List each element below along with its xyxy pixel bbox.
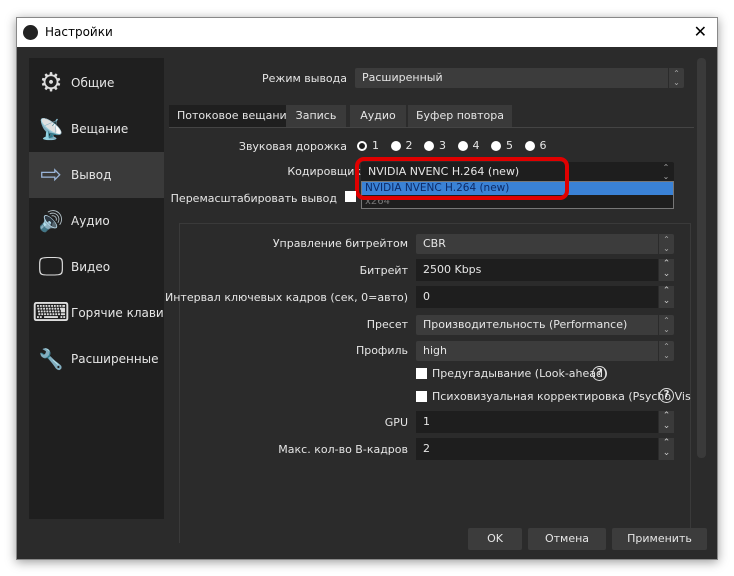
bframes-value: 2 <box>423 442 430 455</box>
lookahead-label: Предугадывание (Look-ahead) <box>432 367 608 380</box>
sidebar-label: Видео <box>71 260 111 274</box>
psycho-visual-checkbox[interactable] <box>416 391 427 402</box>
bframes-label: Макс. кол-во B-кадров <box>278 443 408 456</box>
sidebar-label: Вывод <box>71 168 112 182</box>
bitrate-label: Битрейт <box>359 264 408 277</box>
bitrate-input[interactable]: 2500 Kbps ⌃ ⌄ <box>416 259 674 281</box>
rate-control-select[interactable]: CBR ⌃ ⌄ <box>416 234 674 254</box>
sidebar-item-hotkeys[interactable]: ⌨Горячие клавиш <box>29 290 164 336</box>
radio-label: 1 <box>372 139 379 152</box>
settings-window: Настройки ✕ ⚙ Общие 📡 Вещание ⇨ Вывод 🔊 Ауди… <box>16 17 718 560</box>
sidebar-label: Вещание <box>71 122 129 136</box>
ok-button[interactable]: OK <box>468 528 522 550</box>
psycho-visual-label: Психовизуальная корректировка (Psycho Vi… <box>432 390 691 403</box>
tab-recording[interactable]: Запись <box>286 105 346 127</box>
sidebar-item-video[interactable]: 🖵 Видео <box>29 244 164 290</box>
preset-select[interactable]: Производительность (Performance) ⌃ ⌄ <box>416 315 674 335</box>
annotation-highlight <box>355 157 569 200</box>
cancel-button[interactable]: Отмена <box>528 528 606 550</box>
preset-label: Пресет <box>366 318 408 331</box>
output-mode-value: Расширенный <box>362 71 443 84</box>
rescale-label: Перемасштабировать вывод <box>170 192 337 205</box>
radio-track-5[interactable] <box>491 141 501 151</box>
chevron-updown-icon: ⌃ ⌄ <box>658 315 674 335</box>
lookahead-checkbox[interactable] <box>416 368 427 379</box>
sidebar-item-stream[interactable]: 📡 Вещание <box>29 106 164 152</box>
rate-control-label: Управление битрейтом <box>272 237 408 250</box>
window-title: Настройки <box>45 25 113 39</box>
sidebar-item-advanced[interactable]: 🔧 Расширенные <box>29 336 164 382</box>
radio-label: 2 <box>405 139 413 152</box>
radio-track-3[interactable] <box>424 141 434 151</box>
sidebar-item-general[interactable]: ⚙ Общие <box>29 60 164 106</box>
radio-track-2[interactable] <box>390 141 401 151</box>
radio-label: 6 <box>539 139 547 152</box>
gpu-label: GPU <box>384 416 408 429</box>
spin-arrows-icon[interactable]: ⌃ ⌄ <box>659 286 674 308</box>
monitor-icon: 🖵 <box>38 251 64 282</box>
gpu-value: 1 <box>423 415 430 428</box>
antenna-icon: 📡 <box>38 117 64 141</box>
bframes-input[interactable]: 2 ⌃ ⌄ <box>416 438 674 460</box>
close-icon[interactable]: ✕ <box>694 22 707 41</box>
chevron-updown-icon: ⌃ ⌄ <box>668 68 684 88</box>
radio-label: 5 <box>506 139 513 152</box>
audio-track-radios: 1 2 3 4 5 6 <box>357 139 547 152</box>
tab-replay-buffer[interactable]: Буфер повтора <box>408 105 512 127</box>
output-mode-label: Режим вывода <box>262 72 347 85</box>
tab-streaming[interactable]: Потоковое вещание <box>169 105 302 127</box>
help-icon[interactable]: ? <box>592 366 607 381</box>
preset-value: Производительность (Performance) <box>423 318 628 331</box>
keyframe-value: 0 <box>423 290 430 303</box>
speaker-icon: 🔊 <box>38 209 64 233</box>
profile-value: high <box>423 344 447 357</box>
sidebar-item-audio[interactable]: 🔊 Аудио <box>29 198 164 244</box>
help-icon[interactable]: ? <box>659 388 674 403</box>
tab-divider <box>169 127 694 128</box>
spin-arrows-icon[interactable]: ⌃ ⌄ <box>659 411 674 433</box>
tab-audio[interactable]: Аудио <box>350 105 406 127</box>
chevron-updown-icon: ⌃ ⌄ <box>658 234 674 254</box>
apply-button[interactable]: Применить <box>612 528 707 550</box>
spin-arrows-icon[interactable]: ⌃ ⌄ <box>659 259 674 281</box>
sidebar-label: Общие <box>71 76 115 90</box>
bitrate-value: 2500 Kbps <box>423 263 482 276</box>
rate-control-value: CBR <box>423 237 446 250</box>
encoder-settings-group: Управление битрейтом CBR ⌃ ⌄ Битрейт 2500 … <box>165 223 691 543</box>
scrollbar[interactable] <box>697 58 706 458</box>
tools-icon: 🔧 <box>38 347 64 371</box>
spin-arrows-icon[interactable]: ⌃ ⌄ <box>659 438 674 460</box>
profile-label: Профиль <box>355 344 408 357</box>
output-mode-select[interactable]: Расширенный ⌃ ⌄ <box>355 68 684 88</box>
radio-track-4[interactable] <box>457 141 468 151</box>
gear-icon: ⚙ <box>39 68 63 98</box>
chevron-updown-icon: ⌃ ⌄ <box>662 163 670 181</box>
sidebar-label: Аудио <box>71 214 110 228</box>
gpu-input[interactable]: 1 ⌃ ⌄ <box>416 411 674 433</box>
encoder-label: Кодировщик <box>287 165 361 178</box>
keyframe-input[interactable]: 0 ⌃ ⌄ <box>416 286 674 308</box>
output-monitor-icon: ⇨ <box>40 160 62 190</box>
radio-track-1[interactable] <box>357 141 367 151</box>
chevron-updown-icon: ⌃ ⌄ <box>658 341 674 361</box>
obs-logo-icon <box>23 25 38 40</box>
rescale-checkbox[interactable] <box>345 191 356 202</box>
keyframe-label: Интервал ключевых кадров (сек, 0=авто) <box>165 291 408 304</box>
title-bar: Настройки ✕ <box>17 18 717 47</box>
sidebar-label: Расширенные <box>71 352 159 366</box>
audio-track-label: Звуковая дорожка <box>238 140 347 153</box>
keyboard-icon: ⌨ <box>32 298 70 328</box>
sidebar: ⚙ Общие 📡 Вещание ⇨ Вывод 🔊 Аудио 🖵 Видео ⌨ Го… <box>29 58 164 519</box>
radio-track-6[interactable] <box>524 141 535 151</box>
sidebar-item-output[interactable]: ⇨ Вывод <box>29 152 164 198</box>
radio-label: 4 <box>472 139 480 152</box>
profile-select[interactable]: high ⌃ ⌄ <box>416 341 674 361</box>
sidebar-label: Горячие клавиш <box>71 306 164 320</box>
radio-label: 3 <box>439 139 446 152</box>
